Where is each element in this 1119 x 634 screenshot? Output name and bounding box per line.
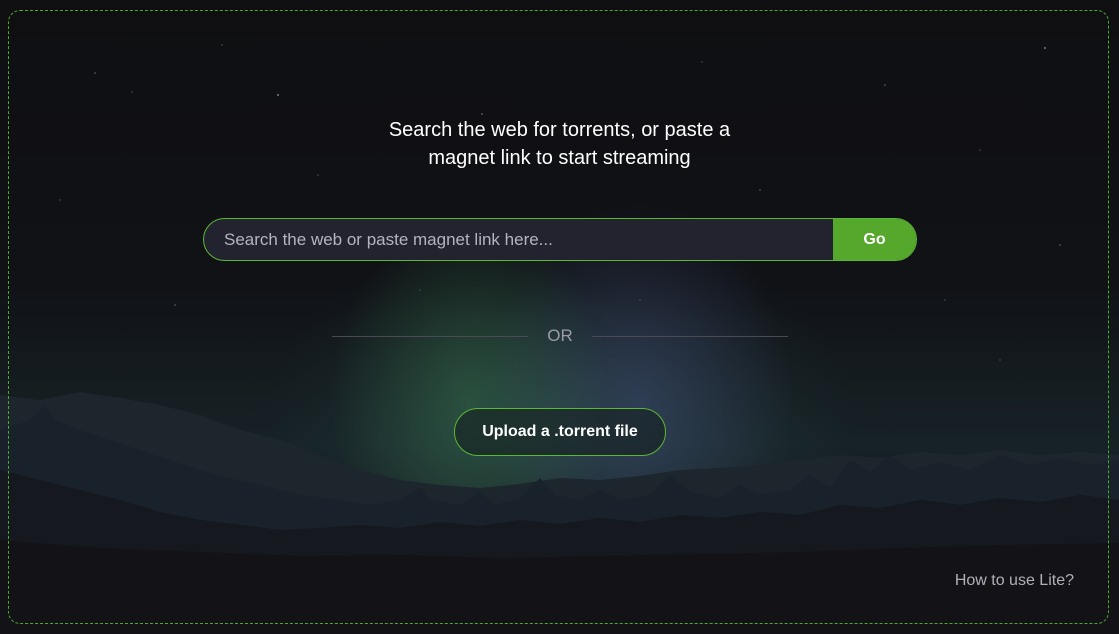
drop-zone[interactable]: Search the web for torrents, or paste a … xyxy=(0,0,1119,634)
or-divider-label: OR xyxy=(547,326,573,345)
upload-torrent-button[interactable]: Upload a .torrent file xyxy=(454,408,666,456)
headline-line-2: magnet link to start streaming xyxy=(428,147,691,169)
forest-silhouette xyxy=(0,392,1119,634)
how-to-use-link[interactable]: How to use Lite? xyxy=(955,572,1074,590)
headline: Search the web for torrents, or paste a … xyxy=(0,116,1119,172)
go-button[interactable]: Go xyxy=(833,219,916,260)
divider-line-right xyxy=(592,336,788,337)
search-bar: Go xyxy=(203,218,917,261)
headline-line-1: Search the web for torrents, or paste a xyxy=(388,119,731,141)
search-input[interactable] xyxy=(204,219,833,260)
divider-line-left xyxy=(332,336,528,337)
